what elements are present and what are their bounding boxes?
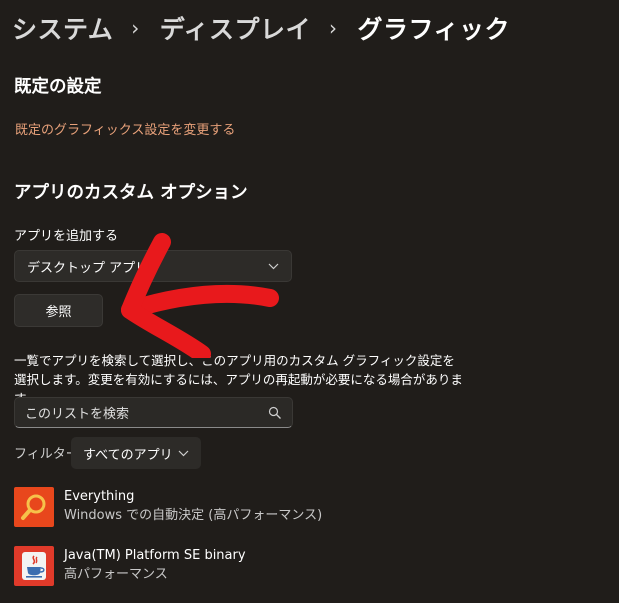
app-gpu-setting: 高パフォーマンス [64, 567, 168, 582]
graphics-settings-page: システム › ディスプレイ › グラフィック 既定の設定 既定のグラフィックス設… [0, 0, 619, 603]
chevron-right-icon: › [329, 16, 338, 40]
app-list-item[interactable]: Java(TM) Platform SE binary 高パフォーマンス [14, 546, 574, 592]
red-arrow-annotation [121, 233, 279, 358]
search-input[interactable]: このリストを検索 [14, 397, 293, 428]
filter-selected: すべてのアプリ [83, 447, 173, 463]
chevron-right-icon: › [131, 16, 140, 40]
search-icon [268, 406, 282, 420]
browse-button[interactable]: 参照 [14, 294, 103, 327]
breadcrumb: システム › ディスプレイ › グラフィック [12, 8, 510, 48]
app-name: Everything [64, 489, 135, 504]
breadcrumb-display[interactable]: ディスプレイ [160, 10, 311, 46]
search-placeholder: このリストを検索 [25, 407, 130, 422]
chevron-down-icon [268, 259, 279, 273]
change-default-graphics-link[interactable]: 既定のグラフィックス設定を変更する [15, 119, 235, 138]
app-list-item[interactable]: Everything Windows での自動決定 (高パフォーマンス) [14, 487, 574, 533]
breadcrumb-system[interactable]: システム [12, 10, 113, 46]
filter-dropdown[interactable]: すべてのアプリ [71, 437, 201, 469]
custom-options-heading: アプリのカスタム オプション [14, 183, 248, 203]
java-icon [14, 546, 54, 586]
chevron-down-icon [178, 446, 189, 460]
app-type-dropdown[interactable]: デスクトップ アプリ [14, 250, 292, 282]
add-app-label: アプリを追加する [14, 229, 119, 244]
app-type-selected: デスクトップ アプリ [27, 260, 149, 276]
default-settings-heading: 既定の設定 [14, 77, 102, 97]
breadcrumb-graphics: グラフィック [357, 15, 511, 44]
everything-search-icon [14, 487, 54, 527]
app-gpu-setting: Windows での自動決定 (高パフォーマンス) [64, 508, 323, 523]
app-name: Java(TM) Platform SE binary [64, 548, 246, 563]
